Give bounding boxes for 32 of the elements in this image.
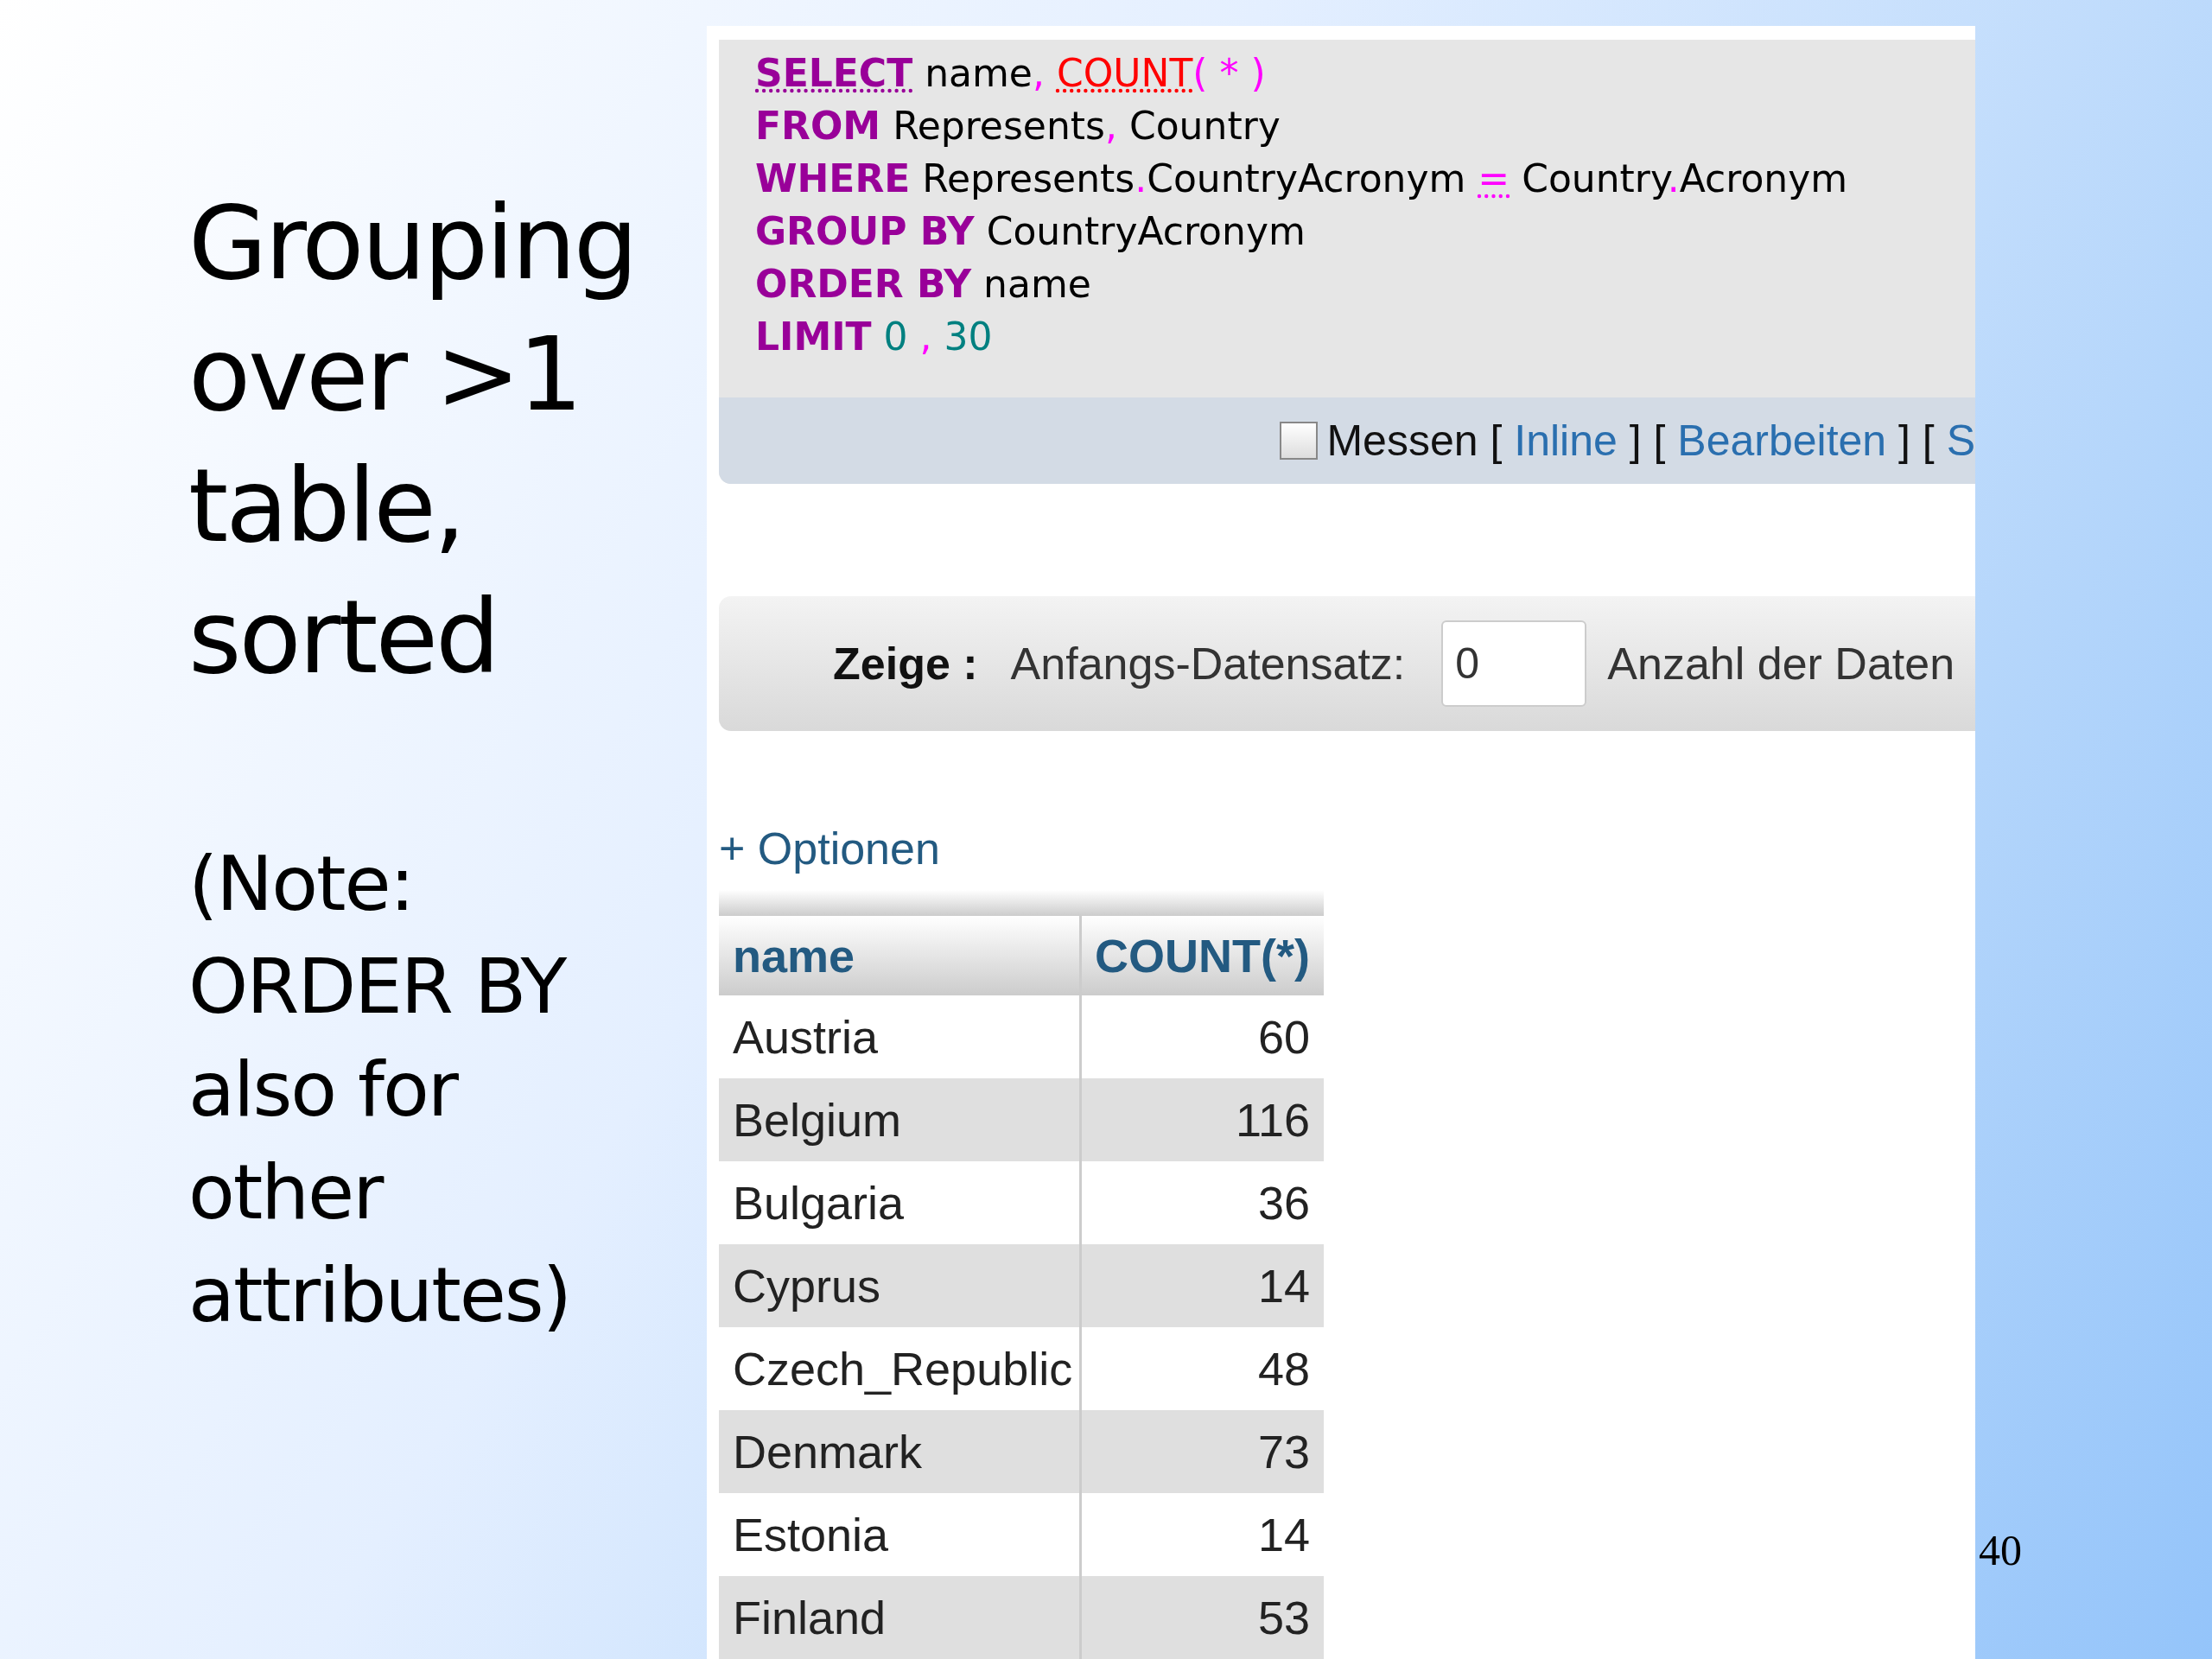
sql-line: FROM Represents, Country [755,103,1281,149]
bracket-text: [ [1490,416,1503,466]
action-link[interactable]: Bearbeiten [1677,416,1887,466]
sql-line: WHERE Represents.CountryAcronym = Country.Acronym [755,156,1848,202]
bracket-text: ] [ [1628,416,1667,466]
start-record-field[interactable]: 0 [1441,620,1587,707]
column-header[interactable]: COUNT(*) [1082,916,1324,995]
options-link[interactable]: + Optionen [719,823,940,874]
table-cell-text: 36 [1256,1176,1311,1230]
show-label: Zeige : [833,638,978,690]
table-cell-text: 116 [1234,1093,1311,1147]
sql-line: ORDER BY name [755,261,1091,308]
start-record-label: Anfangs-Datensatz: [1010,638,1406,690]
table-cell-text: 53 [1256,1591,1311,1645]
table-cell: Finland [719,1576,1082,1659]
table-cell-text: 14 [1256,1508,1311,1562]
table-cell-text: 60 [1256,1010,1311,1065]
bracket-text: ] [ [1897,416,1936,466]
record-count-label: Anzahl der Daten [1607,638,1955,690]
table-cell-text: 48 [1256,1342,1311,1396]
sql-line: LIMIT 0 , 30 [755,314,993,360]
sql-line: SELECT name, COUNT( * ) [755,50,1266,97]
slide-title: Grouping over >1 table, sorted [188,182,637,698]
checkbox-label: Messen [1326,416,1478,466]
table-cell-text: 73 [1256,1425,1311,1479]
slide-note: (Note: ORDER BY also for other attributes) [188,838,572,1341]
action-link[interactable]: S [1946,416,1975,466]
page-number: 40 [1979,1525,2022,1575]
table-cell-text: 14 [1256,1259,1311,1313]
sql-line: GROUP BY CountryAcronym [755,208,1306,255]
action-link[interactable]: Inline [1514,416,1618,466]
checkbox[interactable] [1280,422,1319,460]
